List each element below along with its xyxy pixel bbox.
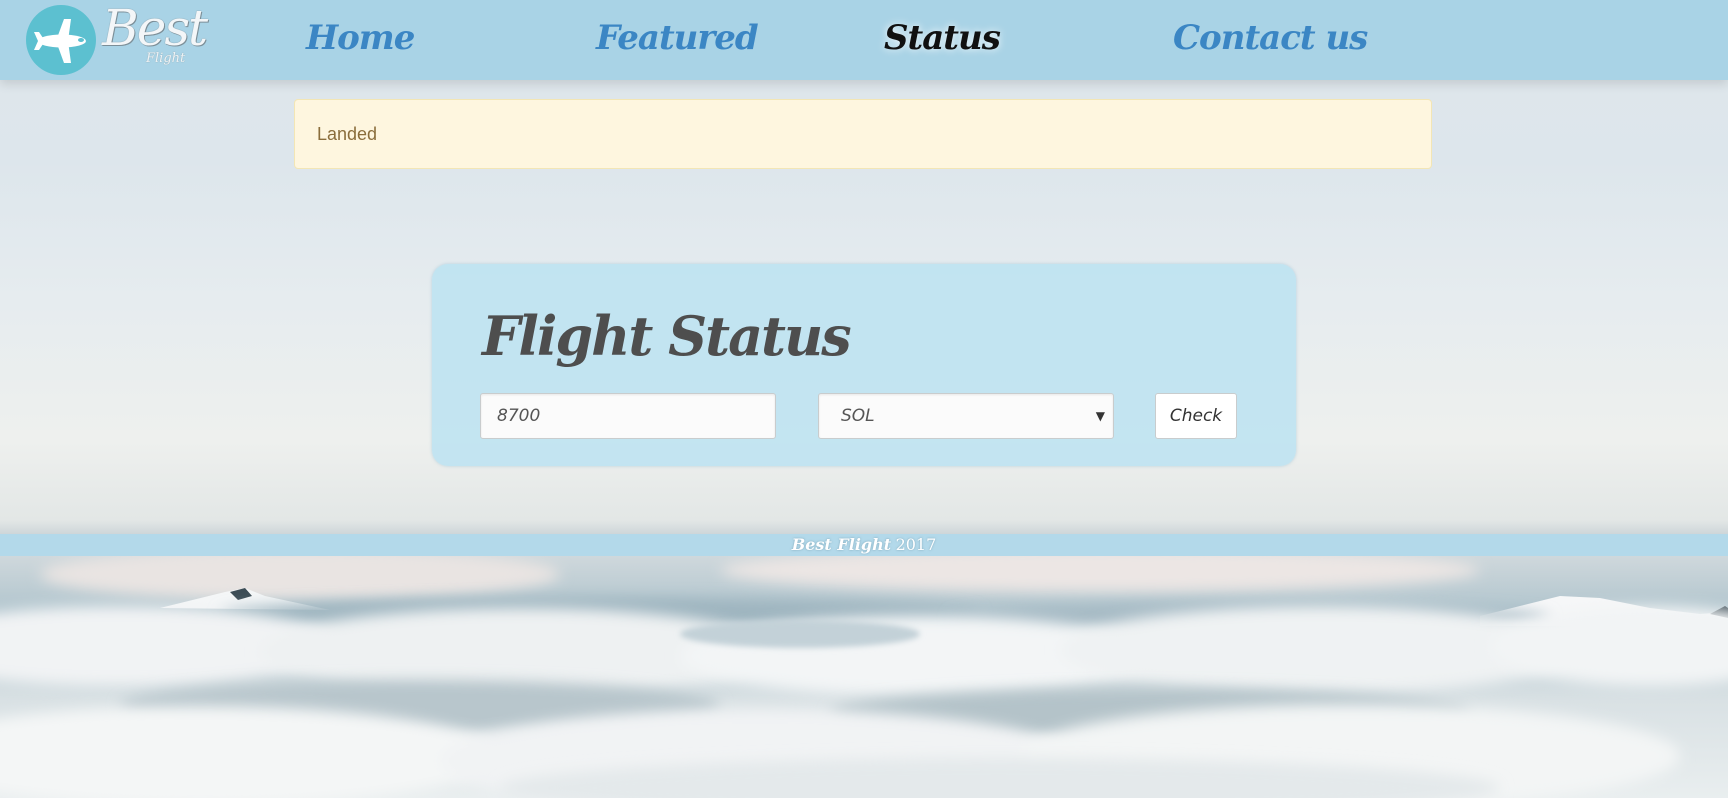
nav-contact-us[interactable]: Contact us [1173,18,1368,58]
airplane-icon [26,5,96,75]
check-button[interactable]: Check [1155,393,1237,439]
brand-logo[interactable]: Best Flight [26,0,216,77]
status-message: Landed [317,124,378,144]
nav-status[interactable]: Status [884,18,1001,58]
brand-subtitle: Flight [146,51,186,66]
cloud-background [0,556,1728,798]
footer-brand: Best Flight [791,535,892,554]
footer-year: 2017 [895,535,937,554]
navbar: Best Flight Home Featured Status Contact… [0,0,1728,80]
footer: Best Flight 2017 [0,534,1728,556]
nav-featured[interactable]: Featured [596,18,759,58]
flight-status-panel: Flight Status SOL ▼ Check [432,264,1296,466]
nav-home[interactable]: Home [306,18,415,58]
status-alert: Landed [294,99,1432,169]
caret-down-icon: ▼ [1095,409,1105,423]
brand-name: Best [102,0,208,57]
panel-title: Flight Status [482,304,852,368]
flight-number-input[interactable] [480,393,776,439]
destination-selected: SOL [841,406,875,426]
destination-select[interactable]: SOL ▼ [818,393,1114,439]
